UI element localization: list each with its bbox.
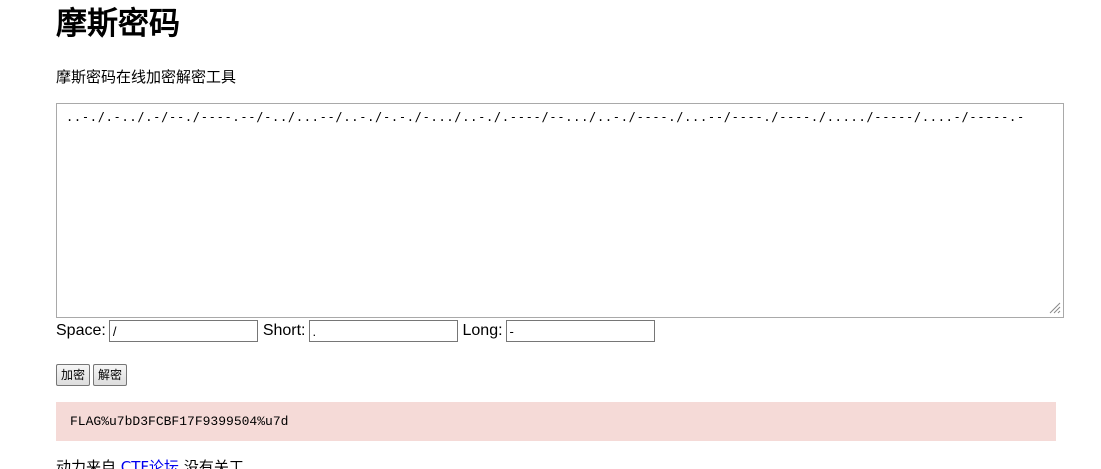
- footer-prefix: 动力来自: [56, 458, 121, 469]
- long-input[interactable]: [505, 320, 655, 342]
- long-label: Long:: [462, 322, 503, 339]
- forum-link[interactable]: CTF论坛: [121, 458, 179, 469]
- footer-suffix: 没有关工: [179, 458, 244, 469]
- resize-grip-icon[interactable]: [1047, 300, 1061, 314]
- separator-options: Space: Short: Long:: [56, 320, 660, 342]
- page: 摩斯密码 摩斯密码在线加密解密工具 ..-./.-../.-/--./----.…: [0, 0, 1101, 469]
- encrypt-button[interactable]: 加密: [56, 364, 91, 386]
- space-input[interactable]: [108, 320, 258, 342]
- page-subtitle: 摩斯密码在线加密解密工具: [56, 68, 237, 86]
- footer: 动力来自 CTF论坛 没有关工: [56, 457, 244, 469]
- space-label: Space:: [56, 322, 106, 339]
- decrypt-button[interactable]: 解密: [93, 364, 128, 386]
- action-buttons: 加密 解密: [56, 364, 128, 386]
- result-text: FLAG%u7bD3FCBF17F9399504%u7d: [70, 414, 289, 429]
- page-title: 摩斯密码: [56, 6, 180, 42]
- short-input[interactable]: [308, 320, 458, 342]
- result-box: FLAG%u7bD3FCBF17F9399504%u7d: [56, 402, 1056, 441]
- short-label: Short:: [262, 322, 306, 339]
- morse-input-textarea[interactable]: ..-./.-../.-/--./----.--/-../...--/..-./…: [56, 103, 1064, 318]
